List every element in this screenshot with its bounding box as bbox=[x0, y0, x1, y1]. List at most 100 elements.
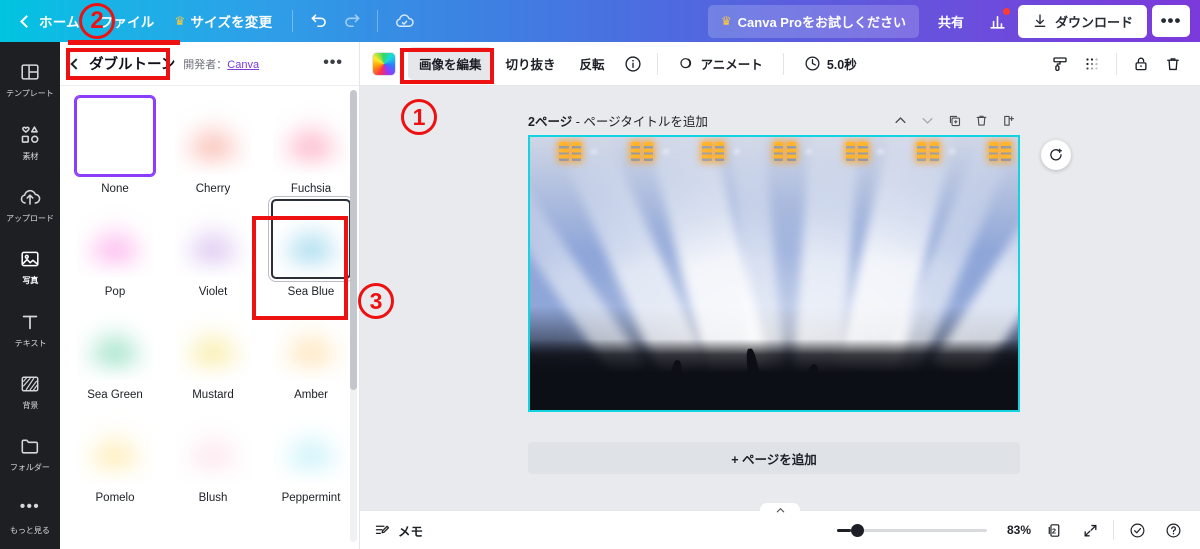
artboard-selected-image[interactable] bbox=[528, 135, 1020, 412]
light-beam bbox=[273, 304, 280, 305]
panel-scrollbar-thumb[interactable] bbox=[350, 90, 357, 390]
approve-button[interactable] bbox=[1124, 517, 1150, 543]
sidebar-item-label: フォルダー bbox=[10, 462, 50, 473]
download-button[interactable]: ダウンロード bbox=[1017, 4, 1147, 38]
duotone-preset-sea-green[interactable]: Sea Green bbox=[70, 302, 160, 403]
color-swatch-button[interactable] bbox=[372, 51, 396, 76]
cloud-sync-button[interactable] bbox=[389, 6, 419, 36]
duotone-preset-cherry[interactable]: Cherry bbox=[168, 96, 258, 197]
top-more-options-button[interactable]: ••• bbox=[1152, 5, 1190, 37]
duotone-preview-thumbnail[interactable] bbox=[75, 405, 155, 485]
notes-button[interactable]: メモ bbox=[374, 521, 423, 540]
duotone-preview-thumbnail[interactable] bbox=[173, 199, 253, 279]
duotone-preset-peppermint[interactable]: Peppermint bbox=[266, 405, 356, 506]
move-page-up-button[interactable] bbox=[888, 108, 912, 132]
sidebar-item-テキスト[interactable]: テキスト bbox=[0, 300, 60, 359]
transparency-button[interactable] bbox=[1077, 49, 1107, 79]
light-beam bbox=[175, 98, 185, 99]
delete-button[interactable] bbox=[1158, 49, 1188, 79]
duotone-preset-mustard[interactable]: Mustard bbox=[168, 302, 258, 403]
duotone-preset-pop[interactable]: Pop bbox=[70, 199, 160, 300]
add-page-button[interactable] bbox=[996, 108, 1020, 132]
light-beam bbox=[77, 201, 84, 202]
duotone-preset-fuchsia[interactable]: Fuchsia bbox=[266, 96, 356, 197]
stage-haze bbox=[175, 111, 251, 159]
stage-lamp bbox=[786, 142, 796, 162]
file-menu-button[interactable]: ファイル bbox=[91, 5, 164, 37]
duotone-preview-thumbnail[interactable] bbox=[75, 302, 155, 382]
insights-button[interactable] bbox=[983, 6, 1013, 36]
stage-haze bbox=[77, 317, 153, 365]
panel-more-button[interactable]: ••• bbox=[319, 54, 347, 72]
divider bbox=[782, 52, 784, 75]
edit-image-button[interactable]: 画像を編集 bbox=[408, 47, 493, 80]
zoom-slider[interactable] bbox=[837, 523, 987, 537]
duotone-preset-pomelo[interactable]: Pomelo bbox=[70, 405, 160, 506]
sidebar-item-背景[interactable]: 背景 bbox=[0, 362, 60, 421]
duration-button[interactable]: 5.0秒 bbox=[793, 47, 868, 80]
resize-button[interactable]: ♛ サイズを変更 bbox=[166, 5, 282, 37]
duotone-preview-thumbnail[interactable] bbox=[173, 96, 253, 176]
duotone-preset-amber[interactable]: Amber bbox=[266, 302, 356, 403]
try-canva-pro-button[interactable]: ♛ Canva Proをお試しください bbox=[707, 4, 919, 38]
redo-button[interactable] bbox=[336, 6, 366, 36]
light-beam bbox=[77, 304, 87, 307]
panel-scrollbar[interactable] bbox=[350, 90, 357, 542]
page-manager-button[interactable]: 2 bbox=[1041, 517, 1067, 543]
more-dots-icon: ••• bbox=[323, 54, 343, 72]
sidebar-item-もっと見る[interactable]: ••• もっと見る bbox=[0, 487, 60, 546]
duotone-preview-thumbnail[interactable] bbox=[271, 96, 351, 176]
collapse-panel-button[interactable] bbox=[760, 503, 800, 517]
developer-link[interactable]: Canva bbox=[227, 59, 259, 71]
light-beam bbox=[77, 304, 87, 305]
light-beam bbox=[175, 407, 182, 408]
fullscreen-button[interactable] bbox=[1077, 517, 1103, 543]
home-button[interactable]: ホーム bbox=[13, 5, 89, 37]
info-button[interactable] bbox=[618, 49, 648, 79]
duotone-preset-blush[interactable]: Blush bbox=[168, 405, 258, 506]
duotone-preview-image bbox=[77, 304, 153, 380]
duotone-preview-thumbnail[interactable] bbox=[271, 405, 351, 485]
duotone-preview-thumbnail[interactable] bbox=[271, 199, 351, 279]
duotone-preview-thumbnail[interactable] bbox=[271, 302, 351, 382]
duotone-preview-thumbnail[interactable] bbox=[173, 302, 253, 382]
light-beam bbox=[273, 407, 283, 409]
move-page-down-button[interactable] bbox=[915, 108, 939, 132]
light-beam bbox=[175, 201, 185, 203]
stage-lamp bbox=[715, 142, 725, 162]
panel-back-button[interactable]: ダブルトーン bbox=[70, 53, 175, 74]
info-circle-icon bbox=[624, 55, 641, 72]
sidebar-item-写真[interactable]: 写真 bbox=[0, 237, 60, 296]
sidebar-item-フォルダー[interactable]: フォルダー bbox=[0, 424, 60, 483]
animate-button[interactable]: アニメート bbox=[667, 47, 774, 80]
light-beam bbox=[273, 407, 283, 410]
sidebar-item-アップロード[interactable]: アップロード bbox=[0, 175, 60, 234]
undo-button[interactable] bbox=[304, 6, 334, 36]
duotone-preset-sea-blue[interactable]: Sea Blue bbox=[266, 199, 356, 300]
light-beam bbox=[175, 201, 182, 202]
zoom-slider-fill bbox=[837, 528, 851, 532]
zoom-slider-handle[interactable] bbox=[851, 523, 864, 537]
add-comment-icon bbox=[1050, 148, 1062, 161]
sidebar-item-素材[interactable]: 素材 bbox=[0, 112, 60, 171]
sidebar-item-テンプレート[interactable]: テンプレート bbox=[0, 50, 60, 109]
duotone-preview-thumbnail[interactable] bbox=[75, 199, 155, 279]
paint-roller-button[interactable] bbox=[1045, 49, 1075, 79]
crop-button[interactable]: 切り抜き bbox=[495, 47, 567, 80]
duplicate-page-button[interactable] bbox=[942, 108, 966, 132]
help-button[interactable] bbox=[1160, 517, 1186, 543]
lock-icon bbox=[1135, 57, 1147, 70]
lock-button[interactable] bbox=[1126, 49, 1156, 79]
page-title[interactable]: 2ページ - ページタイトルを追加 bbox=[528, 111, 708, 130]
sidebar-item-label: 写真 bbox=[22, 275, 38, 286]
duotone-preset-violet[interactable]: Violet bbox=[168, 199, 258, 300]
flip-button[interactable]: 反転 bbox=[569, 47, 616, 80]
delete-page-button[interactable] bbox=[969, 108, 993, 132]
duotone-preview-thumbnail[interactable] bbox=[75, 96, 155, 176]
light-beam bbox=[77, 304, 84, 305]
add-page-strip-button[interactable]: + ページを追加 bbox=[528, 442, 1020, 474]
add-comment-button[interactable] bbox=[1041, 140, 1071, 170]
duotone-preview-thumbnail[interactable] bbox=[173, 405, 253, 485]
share-button[interactable]: 共有 bbox=[924, 5, 978, 38]
duotone-preset-none[interactable]: None bbox=[70, 96, 160, 197]
